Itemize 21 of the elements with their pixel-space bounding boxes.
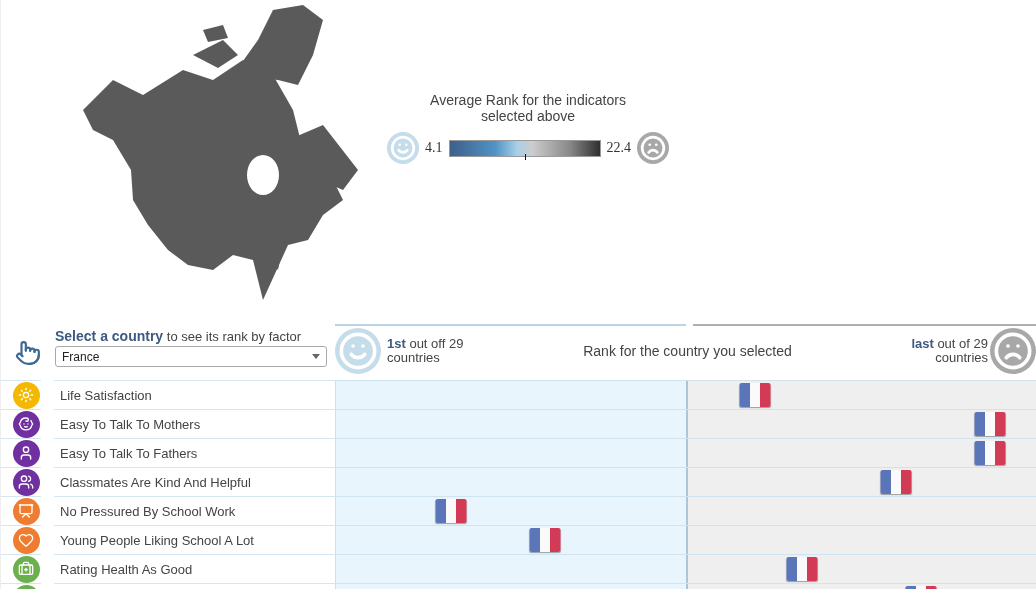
- indicator-label: Life Satisfaction: [60, 387, 152, 403]
- select-prompt: Select a country to see its rank by factor: [55, 328, 303, 344]
- legend-title: Average Rank for the indicators selected above: [429, 92, 627, 124]
- sad-face-icon: [990, 328, 1036, 374]
- pointer-hand-icon: [15, 340, 41, 366]
- indicator-label: Rating Health As Good: [60, 561, 193, 577]
- legend-max: 22.4: [606, 140, 631, 156]
- smiley-icon: [387, 132, 419, 164]
- country-select[interactable]: France: [55, 346, 327, 367]
- sad-face-icon: [637, 132, 669, 164]
- best-rank-text: 1st out off 29 countries: [387, 337, 465, 365]
- caret-icon: [312, 354, 320, 359]
- rank-title: Rank for the country you selected: [582, 343, 793, 359]
- indicator-label: Easy To Talk To Mothers: [60, 416, 201, 432]
- indicator-label: Easy To Talk To Fathers: [60, 445, 198, 461]
- indicator-label: No Pressured By School Work: [60, 503, 236, 519]
- worst-rank-text: last out of 29 countries: [910, 337, 988, 365]
- indicator-label: Classmates Are Kind And Helpful: [60, 474, 251, 490]
- indicator-label: Young People Liking School A Lot: [60, 532, 254, 548]
- smiley-icon: [335, 328, 381, 374]
- legend-min: 4.1: [425, 140, 443, 156]
